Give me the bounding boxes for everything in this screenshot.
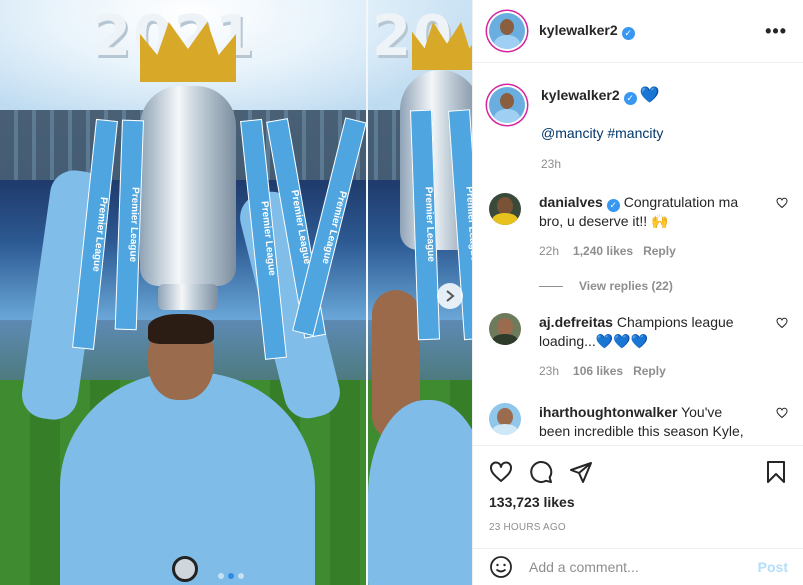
- caption-tags[interactable]: @mancity #mancity: [541, 125, 663, 141]
- comment-likes[interactable]: 106 likes: [573, 364, 623, 378]
- comment-bubble-icon[interactable]: [529, 460, 553, 484]
- caption-timestamp: 23h: [541, 157, 562, 171]
- comment-meta: 23h 106 likes Reply: [539, 362, 749, 381]
- view-replies-button[interactable]: View replies (22): [539, 279, 788, 293]
- bookmark-save-icon[interactable]: [764, 460, 788, 484]
- comment-time: 23h: [539, 364, 560, 378]
- username-text[interactable]: kylewalker2: [539, 22, 618, 38]
- more-options-icon[interactable]: •••: [765, 21, 787, 42]
- trophy-base: [158, 284, 218, 310]
- post-header: kylewalker2 ✓ •••: [473, 0, 803, 63]
- chevron-right-icon: [446, 290, 455, 302]
- comment-username[interactable]: iharthoughtonwalker: [539, 404, 677, 420]
- verified-badge-icon: ✓: [623, 92, 637, 105]
- verified-badge-icon: ✓: [606, 199, 620, 212]
- comment-username[interactable]: aj.defreitas: [539, 314, 613, 330]
- verified-badge-icon: ✓: [621, 27, 635, 40]
- carousel-dot: [238, 573, 244, 579]
- add-comment-bar: Post: [473, 548, 803, 585]
- comment-item: iharthoughtonwalker You've been incredib…: [489, 403, 788, 441]
- player-torso-secondary: [368, 400, 472, 585]
- player-torso: [60, 372, 315, 585]
- emoji-smiley-icon[interactable]: [489, 555, 513, 579]
- carousel-dot: [228, 573, 234, 579]
- carousel-next-button[interactable]: [437, 283, 463, 309]
- replies-line: [539, 285, 563, 287]
- comments-list[interactable]: kylewalker2 ✓ 💙 @mancity #mancity 23h dani…: [473, 63, 803, 445]
- like-comment-heart-icon[interactable]: [776, 407, 788, 419]
- caption-avatar[interactable]: [489, 87, 525, 123]
- reply-button[interactable]: Reply: [633, 364, 666, 378]
- avatar[interactable]: [489, 13, 525, 49]
- comment-item: danialves ✓ Congratulation ma bro, u dese…: [489, 193, 788, 261]
- commenter-avatar[interactable]: [489, 313, 521, 345]
- comment-time: 22h: [539, 244, 560, 258]
- commenter-avatar[interactable]: [489, 193, 521, 225]
- view-replies-label[interactable]: View replies (22): [579, 279, 673, 293]
- action-icons: [489, 456, 788, 488]
- carousel-indicator: [218, 573, 244, 579]
- carousel-dot: [218, 573, 224, 579]
- commenter-avatar[interactable]: [489, 403, 521, 435]
- likes-count[interactable]: 133,723 likes: [489, 494, 788, 510]
- blue-heart-emoji: 💙: [639, 87, 660, 104]
- trophy-cup: [140, 86, 236, 286]
- player-hair: [148, 314, 214, 344]
- post-sidebar: kylewalker2 ✓ ••• kylewalker2 ✓ 💙 @mancity …: [472, 0, 803, 585]
- medal: [172, 556, 198, 582]
- header-username[interactable]: kylewalker2 ✓: [539, 22, 635, 40]
- post-media[interactable]: 2021 20 Premier League Premier League Pr…: [0, 0, 472, 585]
- caption: kylewalker2 ✓ 💙 @mancity #mancity 23h: [489, 63, 788, 171]
- caption-username[interactable]: kylewalker2: [541, 87, 620, 103]
- post-comment-button[interactable]: Post: [758, 559, 788, 575]
- add-comment-input[interactable]: [529, 559, 758, 575]
- like-heart-icon[interactable]: [489, 460, 513, 484]
- comment-username[interactable]: danialves: [539, 194, 603, 210]
- reply-button[interactable]: Reply: [643, 244, 676, 258]
- post-actions: 133,723 likes 23 HOURS AGO: [473, 445, 803, 533]
- comment-meta: 22h 1,240 likes Reply: [539, 242, 749, 261]
- comment-likes[interactable]: 1,240 likes: [573, 244, 633, 258]
- post-timestamp[interactable]: 23 HOURS AGO: [489, 522, 788, 533]
- like-comment-heart-icon[interactable]: [776, 317, 788, 329]
- share-paper-plane-icon[interactable]: [569, 460, 593, 484]
- like-comment-heart-icon[interactable]: [776, 197, 788, 209]
- comment-item: aj.defreitas Champions league loading...…: [489, 313, 788, 381]
